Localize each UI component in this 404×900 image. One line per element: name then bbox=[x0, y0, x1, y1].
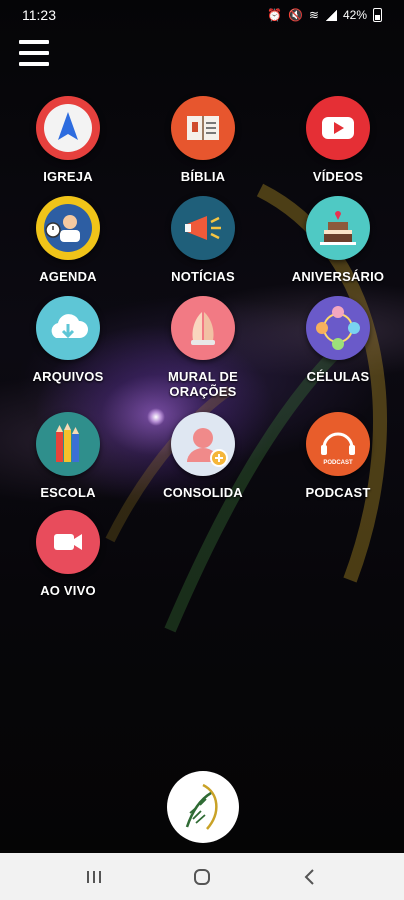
agenda-person-clock-icon bbox=[36, 196, 100, 260]
tile-celulas[interactable]: CÉLULAS bbox=[273, 296, 403, 384]
hamburger-menu-icon[interactable] bbox=[19, 40, 49, 66]
navigation-bar bbox=[0, 853, 404, 900]
add-person-icon bbox=[171, 412, 235, 476]
navigation-arrow-icon bbox=[36, 96, 100, 160]
tile-igreja[interactable]: IGREJA bbox=[3, 96, 133, 184]
tile-podcast[interactable]: PODCAST PODCAST bbox=[273, 412, 403, 500]
mute-icon: 🔇 bbox=[287, 8, 303, 22]
leaf-logo-icon[interactable] bbox=[167, 771, 239, 843]
wifi-icon: ≋ bbox=[308, 8, 319, 22]
tile-mural-de-oracoes[interactable]: MURAL DE ORAÇÕES bbox=[138, 296, 268, 399]
tile-label: CONSOLIDA bbox=[163, 485, 243, 500]
tile-label: ANIVERSÁRIO bbox=[291, 269, 385, 284]
tile-consolida[interactable]: CONSOLIDA bbox=[138, 412, 268, 500]
tile-label: PODCAST bbox=[305, 485, 371, 500]
video-camera-icon bbox=[36, 510, 100, 574]
tile-label: ARQUIVOS bbox=[32, 369, 104, 384]
home-icon[interactable] bbox=[172, 857, 232, 897]
status-bar: 11:23 ⏰ 🔇 ≋ 42% bbox=[0, 0, 404, 30]
tile-label: BÍBLIA bbox=[180, 169, 226, 184]
app-background: 11:23 ⏰ 🔇 ≋ 42% IGREJA BÍBLIA VÍDEOS AGE… bbox=[0, 0, 404, 853]
tile-label: AO VIVO bbox=[40, 583, 96, 598]
podcast-headphones-icon: PODCAST bbox=[306, 412, 370, 476]
cloud-download-icon bbox=[36, 296, 100, 360]
tile-label: AGENDA bbox=[39, 269, 97, 284]
group-people-icon bbox=[306, 296, 370, 360]
birthday-cake-icon bbox=[306, 196, 370, 260]
podcast-badge-text: PODCAST bbox=[323, 460, 353, 466]
tile-videos[interactable]: VÍDEOS bbox=[273, 96, 403, 184]
pencils-icon bbox=[36, 412, 100, 476]
open-bible-icon bbox=[171, 96, 235, 160]
tile-label: ESCOLA bbox=[40, 485, 96, 500]
tile-label: MURAL DE ORAÇÕES bbox=[168, 369, 238, 399]
alarm-icon: ⏰ bbox=[267, 8, 282, 22]
tile-label: VÍDEOS bbox=[312, 169, 364, 184]
tile-arquivos[interactable]: ARQUIVOS bbox=[3, 296, 133, 384]
tile-escola[interactable]: ESCOLA bbox=[3, 412, 133, 500]
signal-icon bbox=[324, 9, 337, 21]
tile-label: IGREJA bbox=[43, 169, 93, 184]
tile-biblia[interactable]: BÍBLIA bbox=[138, 96, 268, 184]
tile-agenda[interactable]: AGENDA bbox=[3, 196, 133, 284]
battery-icon bbox=[373, 8, 382, 22]
tile-label: NOTÍCIAS bbox=[171, 269, 235, 284]
tile-aniversario[interactable]: ANIVERSÁRIO bbox=[273, 196, 403, 284]
back-icon[interactable] bbox=[280, 857, 340, 897]
play-video-icon bbox=[306, 96, 370, 160]
praying-hands-icon bbox=[171, 296, 235, 360]
tile-ao-vivo[interactable]: AO VIVO bbox=[3, 510, 133, 598]
recents-icon[interactable] bbox=[64, 857, 124, 897]
battery-percent: 42% bbox=[342, 8, 367, 22]
tile-label: CÉLULAS bbox=[306, 369, 370, 384]
status-time: 11:23 bbox=[22, 7, 56, 23]
megaphone-icon bbox=[171, 196, 235, 260]
tile-noticias[interactable]: NOTÍCIAS bbox=[138, 196, 268, 284]
